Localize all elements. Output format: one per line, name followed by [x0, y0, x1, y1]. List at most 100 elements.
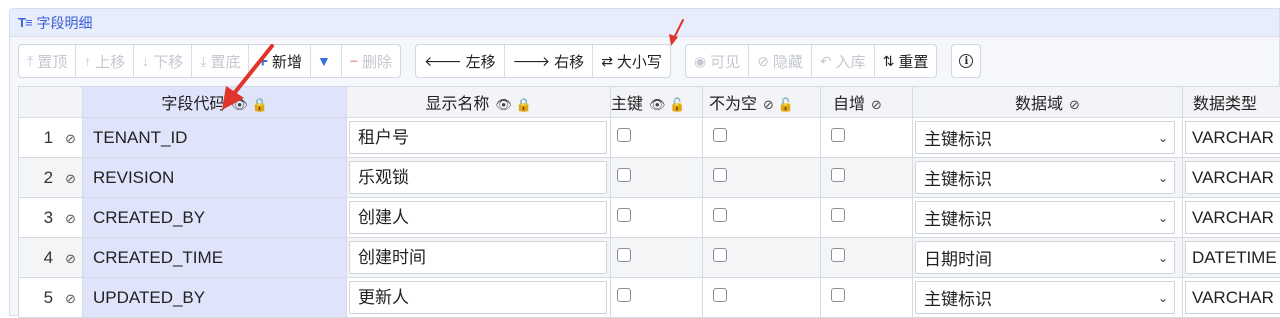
table-row[interactable]: 3⊘CREATED_BY创建人 主键标识⌄ VARCHAR	[19, 198, 1280, 238]
visible-lock-icons: 👁 🔒	[231, 97, 267, 112]
table-row[interactable]: 1⊘TENANT_ID租户号主键标识⌄VARCHAR	[19, 118, 1280, 158]
hidden-eye-icon[interactable]: ⊘	[65, 171, 76, 186]
domain-column-header[interactable]: 数据域⊘	[913, 87, 1183, 118]
domain-cell: 主键标识⌄	[913, 158, 1183, 198]
pk-cell	[611, 118, 703, 158]
code-cell[interactable]: REVISION	[83, 158, 347, 198]
domain-select[interactable]: 日期时间⌄	[915, 241, 1175, 274]
code-column-header[interactable]: 字段代码👁 🔒	[83, 87, 347, 118]
type-column-header[interactable]: 数据类型	[1183, 87, 1280, 118]
display-name-input[interactable]: 创建人	[349, 201, 607, 234]
toolbar: ⤒置顶↑上移↓下移⤓置底+新增▼−删除 🡐左移🡒右移⇄大小写 ◉可见⊘隐藏↶入库…	[18, 44, 981, 78]
display-name-input[interactable]: 创建时间	[349, 241, 607, 274]
pk-checkbox[interactable]	[617, 208, 631, 222]
pk-cell	[611, 158, 703, 198]
delete-icon: −	[350, 53, 358, 69]
info-icon: i	[959, 54, 973, 68]
data-type-input[interactable]: DATETIME	[1185, 241, 1280, 274]
hidden-eye-icon[interactable]: ⊘	[65, 251, 76, 266]
chevron-down-icon: ⌄	[1158, 291, 1168, 305]
notnull-column-header[interactable]: 不为空⊘ 🔓	[703, 87, 821, 118]
pk-column-header[interactable]: 主键👁 🔓	[611, 87, 703, 118]
code-cell[interactable]: TENANT_ID	[83, 118, 347, 158]
domain-select[interactable]: 主键标识⌄	[915, 281, 1175, 314]
move-button-group: 🡐左移🡒右移⇄大小写	[415, 44, 671, 78]
data-type-input[interactable]: VARCHAR	[1185, 121, 1280, 154]
move-right-button[interactable]: 🡒右移	[505, 45, 594, 77]
move-up-button[interactable]: ↑上移	[76, 45, 134, 77]
pin-top-button-label: 置顶	[37, 51, 67, 72]
add-dropdown-button[interactable]: ▼	[311, 45, 342, 77]
display-name-input[interactable]: 更新人	[349, 281, 607, 314]
move-down-button-label: 下移	[153, 51, 183, 72]
move-left-button-label: 左移	[466, 51, 496, 72]
reset-button[interactable]: ⇅重置	[875, 45, 937, 77]
table-row[interactable]: 2⊘REVISION乐观锁主键标识⌄VARCHAR	[19, 158, 1280, 198]
case-toggle-button-label: 大小写	[617, 51, 662, 72]
notnull-checkbox[interactable]	[713, 288, 727, 302]
data-type-input[interactable]: VARCHAR	[1185, 161, 1280, 194]
type-cell: VARCHAR	[1183, 118, 1280, 158]
move-down-button[interactable]: ↓下移	[134, 45, 192, 77]
edit-button-group: ⤒置顶↑上移↓下移⤓置底+新增▼−删除	[18, 44, 401, 78]
domain-select[interactable]: 主键标识⌄	[915, 121, 1175, 154]
table-row[interactable]: 4⊘CREATED_TIME创建时间日期时间⌄DATETIME	[19, 238, 1280, 278]
add-icon: +	[257, 51, 268, 72]
notnull-checkbox[interactable]	[713, 128, 727, 142]
code-cell[interactable]: UPDATED_BY	[83, 278, 347, 318]
name-cell: 更新人	[347, 278, 611, 318]
visible-button[interactable]: ◉可见	[686, 45, 749, 77]
notnull-cell	[703, 198, 821, 238]
code-cell[interactable]: CREATED_TIME	[83, 238, 347, 278]
hidden-eye-icon[interactable]: ⊘	[65, 211, 76, 226]
hide-button[interactable]: ⊘隐藏	[749, 45, 812, 77]
domain-select[interactable]: 主键标识⌄	[915, 161, 1175, 194]
pk-cell	[611, 198, 703, 238]
add-button[interactable]: +新增	[249, 45, 311, 77]
data-type-input[interactable]: VARCHAR	[1185, 201, 1280, 234]
autoinc-cell	[821, 118, 913, 158]
notnull-checkbox[interactable]	[713, 168, 727, 182]
pk-checkbox[interactable]	[617, 168, 631, 182]
display-name-input[interactable]: 租户号	[349, 121, 607, 154]
pk-checkbox[interactable]	[617, 128, 631, 142]
visible-button-label: 可见	[710, 51, 740, 72]
type-cell: VARCHAR	[1183, 278, 1280, 318]
autoinc-cell	[821, 158, 913, 198]
delete-button[interactable]: −删除	[342, 45, 400, 77]
pk-checkbox[interactable]	[617, 288, 631, 302]
pin-top-button[interactable]: ⤒置顶	[19, 45, 76, 77]
name-column-header[interactable]: 显示名称👁 🔒	[347, 87, 611, 118]
commit-button[interactable]: ↶入库	[812, 45, 875, 77]
row-number-cell: 3⊘	[19, 198, 83, 238]
pk-checkbox[interactable]	[617, 248, 631, 262]
notnull-cell	[703, 238, 821, 278]
autoinc-checkbox[interactable]	[831, 128, 845, 142]
move-left-button[interactable]: 🡐左移	[416, 45, 505, 77]
code-cell[interactable]: CREATED_BY	[83, 198, 347, 238]
notnull-checkbox[interactable]	[713, 208, 727, 222]
autoinc-cell	[821, 278, 913, 318]
move-up-icon: ↑	[84, 53, 91, 69]
autoinc-checkbox[interactable]	[831, 168, 845, 182]
reset-button-label: 重置	[898, 51, 928, 72]
hidden-eye-icon[interactable]: ⊘	[65, 291, 76, 306]
autoinc-checkbox[interactable]	[831, 248, 845, 262]
autoinc-column-header[interactable]: 自增⊘	[821, 87, 913, 118]
chevron-down-icon: ⌄	[1158, 251, 1168, 265]
info-button[interactable]: i	[951, 44, 981, 78]
domain-select[interactable]: 主键标识⌄	[915, 201, 1175, 234]
pk-cell	[611, 278, 703, 318]
hidden-eye-icon[interactable]: ⊘	[65, 131, 76, 146]
autoinc-checkbox[interactable]	[831, 288, 845, 302]
autoinc-checkbox[interactable]	[831, 208, 845, 222]
type-cell: DATETIME	[1183, 238, 1280, 278]
case-toggle-button[interactable]: ⇄大小写	[593, 45, 670, 77]
move-right-icon: 🡒	[513, 53, 551, 70]
display-name-input[interactable]: 乐观锁	[349, 161, 607, 194]
data-type-input[interactable]: VARCHAR	[1185, 281, 1280, 314]
pk-cell	[611, 238, 703, 278]
table-row[interactable]: 5⊘UPDATED_BY更新人主键标识⌄VARCHAR	[19, 278, 1280, 318]
pin-bottom-button[interactable]: ⤓置底	[192, 45, 249, 77]
notnull-checkbox[interactable]	[713, 248, 727, 262]
